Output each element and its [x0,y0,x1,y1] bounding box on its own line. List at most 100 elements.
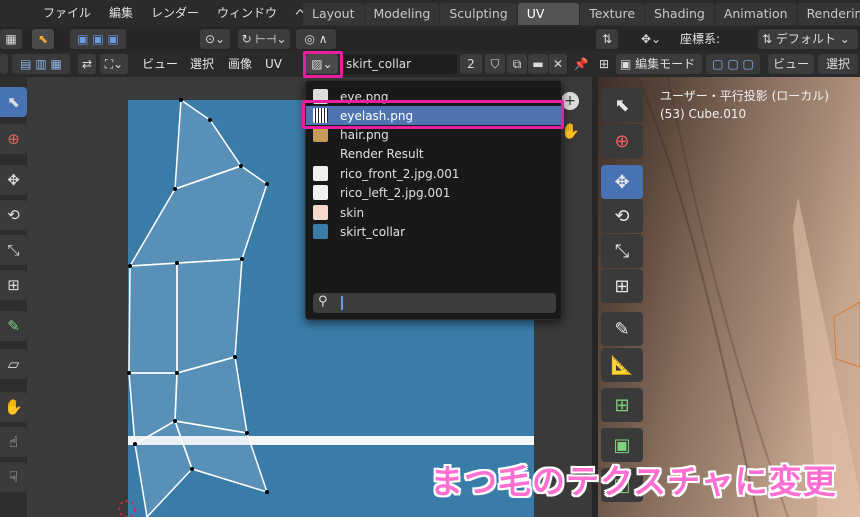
unlink-image-button[interactable]: ✕ [549,54,567,74]
vp-tool-move[interactable]: ✥ [601,165,643,199]
menu-select[interactable]: 選択 [190,51,214,77]
dropdown-item-label: skin [340,205,365,220]
coord-system-select[interactable]: ⇅ デフォルト ⌄ [758,29,858,49]
vp-tool-scale[interactable]: ⤡ [601,234,643,268]
transform-orientation-button[interactable]: ⇅ [596,29,618,49]
selection-mode-group[interactable]: ▣ ▣ ▣ [70,29,126,49]
scale-icon: ⤡ [7,241,20,259]
tab-sculpting[interactable]: Sculpting [440,3,517,25]
uv-editor-header: ▤ ▥ ▦ ⇄ ⛶⌄ ビュー 選択 画像 UV ▨⌄ skirt_collar … [0,51,592,77]
menu-render[interactable]: レンダー [142,0,208,27]
tool-annotate[interactable]: ✎ [0,311,27,341]
viewport-tool-header: ⇅ ✥⌄ 座標系: ⇅ デフォルト ⌄ [592,27,860,51]
dropdown-item-label: rico_left_2.jpg.001 [340,185,451,200]
dropdown-item-label: Render Result [340,146,424,161]
menu-window[interactable]: ウィンドウ [208,0,286,27]
tool-grab[interactable]: ✋ [0,392,27,422]
viewport-menu-select[interactable]: 選択 [818,54,858,74]
tool-select[interactable]: ⬉ [0,87,27,117]
tab-shading[interactable]: Shading [645,3,714,25]
sync-selection-button[interactable]: ⇄ [78,54,96,74]
select-cursor-icon: ⬉ [7,93,20,111]
image-name-field[interactable]: skirt_collar [341,54,457,74]
highlight-browse-button [303,51,343,78]
add-cube-icon: ⊞ [614,394,630,416]
vp-tool-add-cube[interactable]: ⊞ [601,388,643,422]
snap-button[interactable]: ↻ ⊢⊣⌄ [238,29,290,49]
tool-rotate[interactable]: ⟲ [0,200,27,230]
tool-transform[interactable]: ⊞ [0,270,27,300]
cursor-icon: ⬉ [37,32,49,46]
tool-move[interactable]: ✥ [0,165,27,195]
viewport-editor-type[interactable]: ⊞ [594,54,614,74]
pivot-point-button[interactable]: ⊙⌄ [200,29,230,49]
viewport-overlay-object: (53) Cube.010 [660,107,747,121]
scale-icon: ⤡ [614,240,630,262]
dropdown-search-field[interactable]: ⚲ [313,293,556,313]
mode-select[interactable]: ▣ 編集モード ⌄ [616,54,702,91]
tab-rendering[interactable]: Renderin [797,3,860,25]
menu-view[interactable]: ビュー [142,51,178,77]
sticky-mode-button[interactable]: ⛶⌄ [100,54,128,74]
dropdown-item-skirt-collar[interactable]: skirt_collar [306,222,561,241]
menu-uv[interactable]: UV [265,51,282,77]
vp-tool-select[interactable]: ⬉ [601,88,643,122]
gizmo-button[interactable]: ✥⌄ [638,29,664,49]
collapse-toggle[interactable] [0,54,8,74]
dropdown-item-rico-front[interactable]: rico_front_2.jpg.001 [306,164,561,183]
mesh-select-mode-group[interactable]: ▢ ▢ ▢ [706,54,760,74]
vp-tool-annotate[interactable]: ✎ [601,312,643,346]
annotate-icon: ✎ [614,318,630,340]
blender-logo-icon[interactable] [0,0,34,27]
tab-layout[interactable]: Layout [303,3,364,25]
viewport-overlay-title: ユーザー・平行投影 (ローカル) [660,89,829,103]
pin-button[interactable]: 📌 [572,54,590,74]
edit-mode-icon: ▣ [620,57,636,71]
annotate-icon: ✎ [7,317,20,335]
crosshair-icon: ⊕ [614,130,630,152]
highlight-eyelash-item [302,100,564,129]
transform-icon: ⊞ [7,276,20,294]
dropdown-item-rico-left[interactable]: rico_left_2.jpg.001 [306,183,561,202]
tool-relax[interactable]: ☟ [0,462,27,492]
menu-edit[interactable]: 編集 [100,0,142,27]
image-users-count[interactable]: 2 [460,54,482,74]
move-icon: ✥ [614,171,630,193]
crosshair-icon: ⊕ [7,130,20,148]
tab-animation[interactable]: Animation [714,3,797,25]
uv-tool-header: ▦ ⬉ ▣ ▣ ▣ ⊙⌄ ↻ ⊢⊣⌄ ◎ ∧ [0,27,592,51]
new-image-button[interactable]: ⧉ [507,54,527,74]
tab-uv-editing[interactable]: UV Editing [517,3,580,43]
vp-tool-transform[interactable]: ⊞ [601,269,643,303]
fake-user-button[interactable]: ⛉ [485,54,505,74]
open-image-button[interactable]: ▬ [528,54,548,74]
tab-texture-paint[interactable]: Texture Paint [580,3,645,43]
tab-modeling[interactable]: Modeling [364,3,440,25]
dropdown-item-render-result[interactable]: Render Result [306,144,561,163]
proportional-edit-button[interactable]: ◎ ∧ [296,29,336,49]
tool-cube[interactable]: ▱ [0,349,27,379]
pin-icon: 📌 [573,57,589,71]
rotate-icon: ⟲ [7,206,20,224]
duplicate-icon: ⧉ [512,57,522,71]
chevron-down-icon: ⌄ [835,32,850,46]
vp-tool-measure[interactable]: 📐 [601,348,643,382]
grid-icon: ▦ [5,32,17,46]
tool-cursor[interactable]: ⊕ [0,124,27,154]
select-tool-button[interactable]: ⬉ [32,29,54,49]
sticky-icon: ⛶⌄ [104,57,124,71]
hand-icon: ✋ [4,398,23,416]
viewport-menu-view[interactable]: ビュー [768,54,814,74]
coord-system-value: デフォルト [775,32,836,46]
rico-front-thumbnail-icon [313,166,328,181]
vp-tool-cursor[interactable]: ⊕ [601,124,643,158]
tool-pinch[interactable]: ☝ [0,427,27,457]
vp-tool-rotate[interactable]: ⟲ [601,199,643,233]
uv-select-mode-group[interactable]: ▤ ▥ ▦ [12,54,70,74]
uv-select-mode-icon: ▤ ▥ ▦ [20,57,62,71]
editor-type-button[interactable]: ▦ [0,29,22,49]
menu-file[interactable]: ファイル [34,0,100,27]
tool-scale[interactable]: ⤡ [0,235,27,265]
dropdown-item-skin[interactable]: skin [306,203,561,222]
menu-image[interactable]: 画像 [228,51,252,77]
